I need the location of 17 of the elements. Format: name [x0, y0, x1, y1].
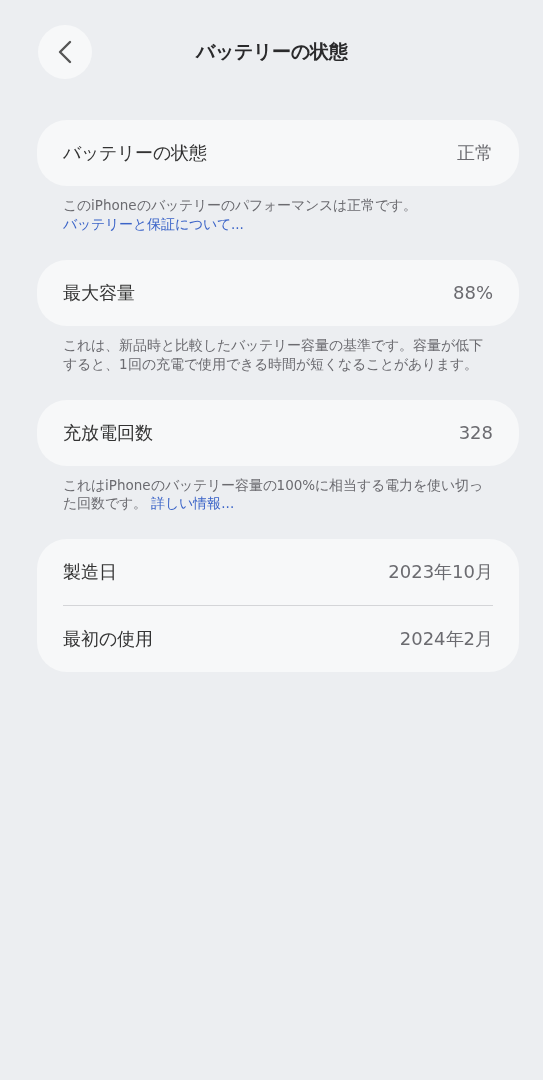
footnote-text: このiPhoneのバッテリーのパフォーマンスは正常です。 バッテリーと保証について... — [62, 196, 418, 234]
footnote-text: これは、新品時と比較したバッテリー容量の基準です。容量が低下すると、1回の充電で使用できる時間が短くなることがあります。 — [62, 335, 484, 374]
row-label: 最初の使用 — [63, 627, 153, 652]
back-icon — [58, 40, 72, 64]
row-value: 2023年10月 — [388, 560, 493, 585]
row-label: 最大容量 — [63, 280, 135, 305]
row-label: 充放電回数 — [63, 420, 153, 445]
footnote-text: これはiPhoneのバッテリー容量の100%に相当する電力を使い切った回数です。 詳しい情報... — [62, 475, 485, 514]
row-label: 製造日 — [63, 560, 117, 585]
row-value: 328 — [458, 422, 493, 444]
row-value: 正常 — [457, 141, 493, 165]
info-link[interactable]: 詳しい情報... — [151, 495, 235, 512]
page-title: バッテリーの状態 — [194, 39, 349, 64]
row-label: バッテリーの状態 — [63, 141, 207, 165]
row-value: 2024年2月 — [399, 627, 493, 652]
info-link[interactable]: バッテリーと保証について... — [63, 215, 244, 232]
row-value: 88% — [453, 282, 493, 304]
